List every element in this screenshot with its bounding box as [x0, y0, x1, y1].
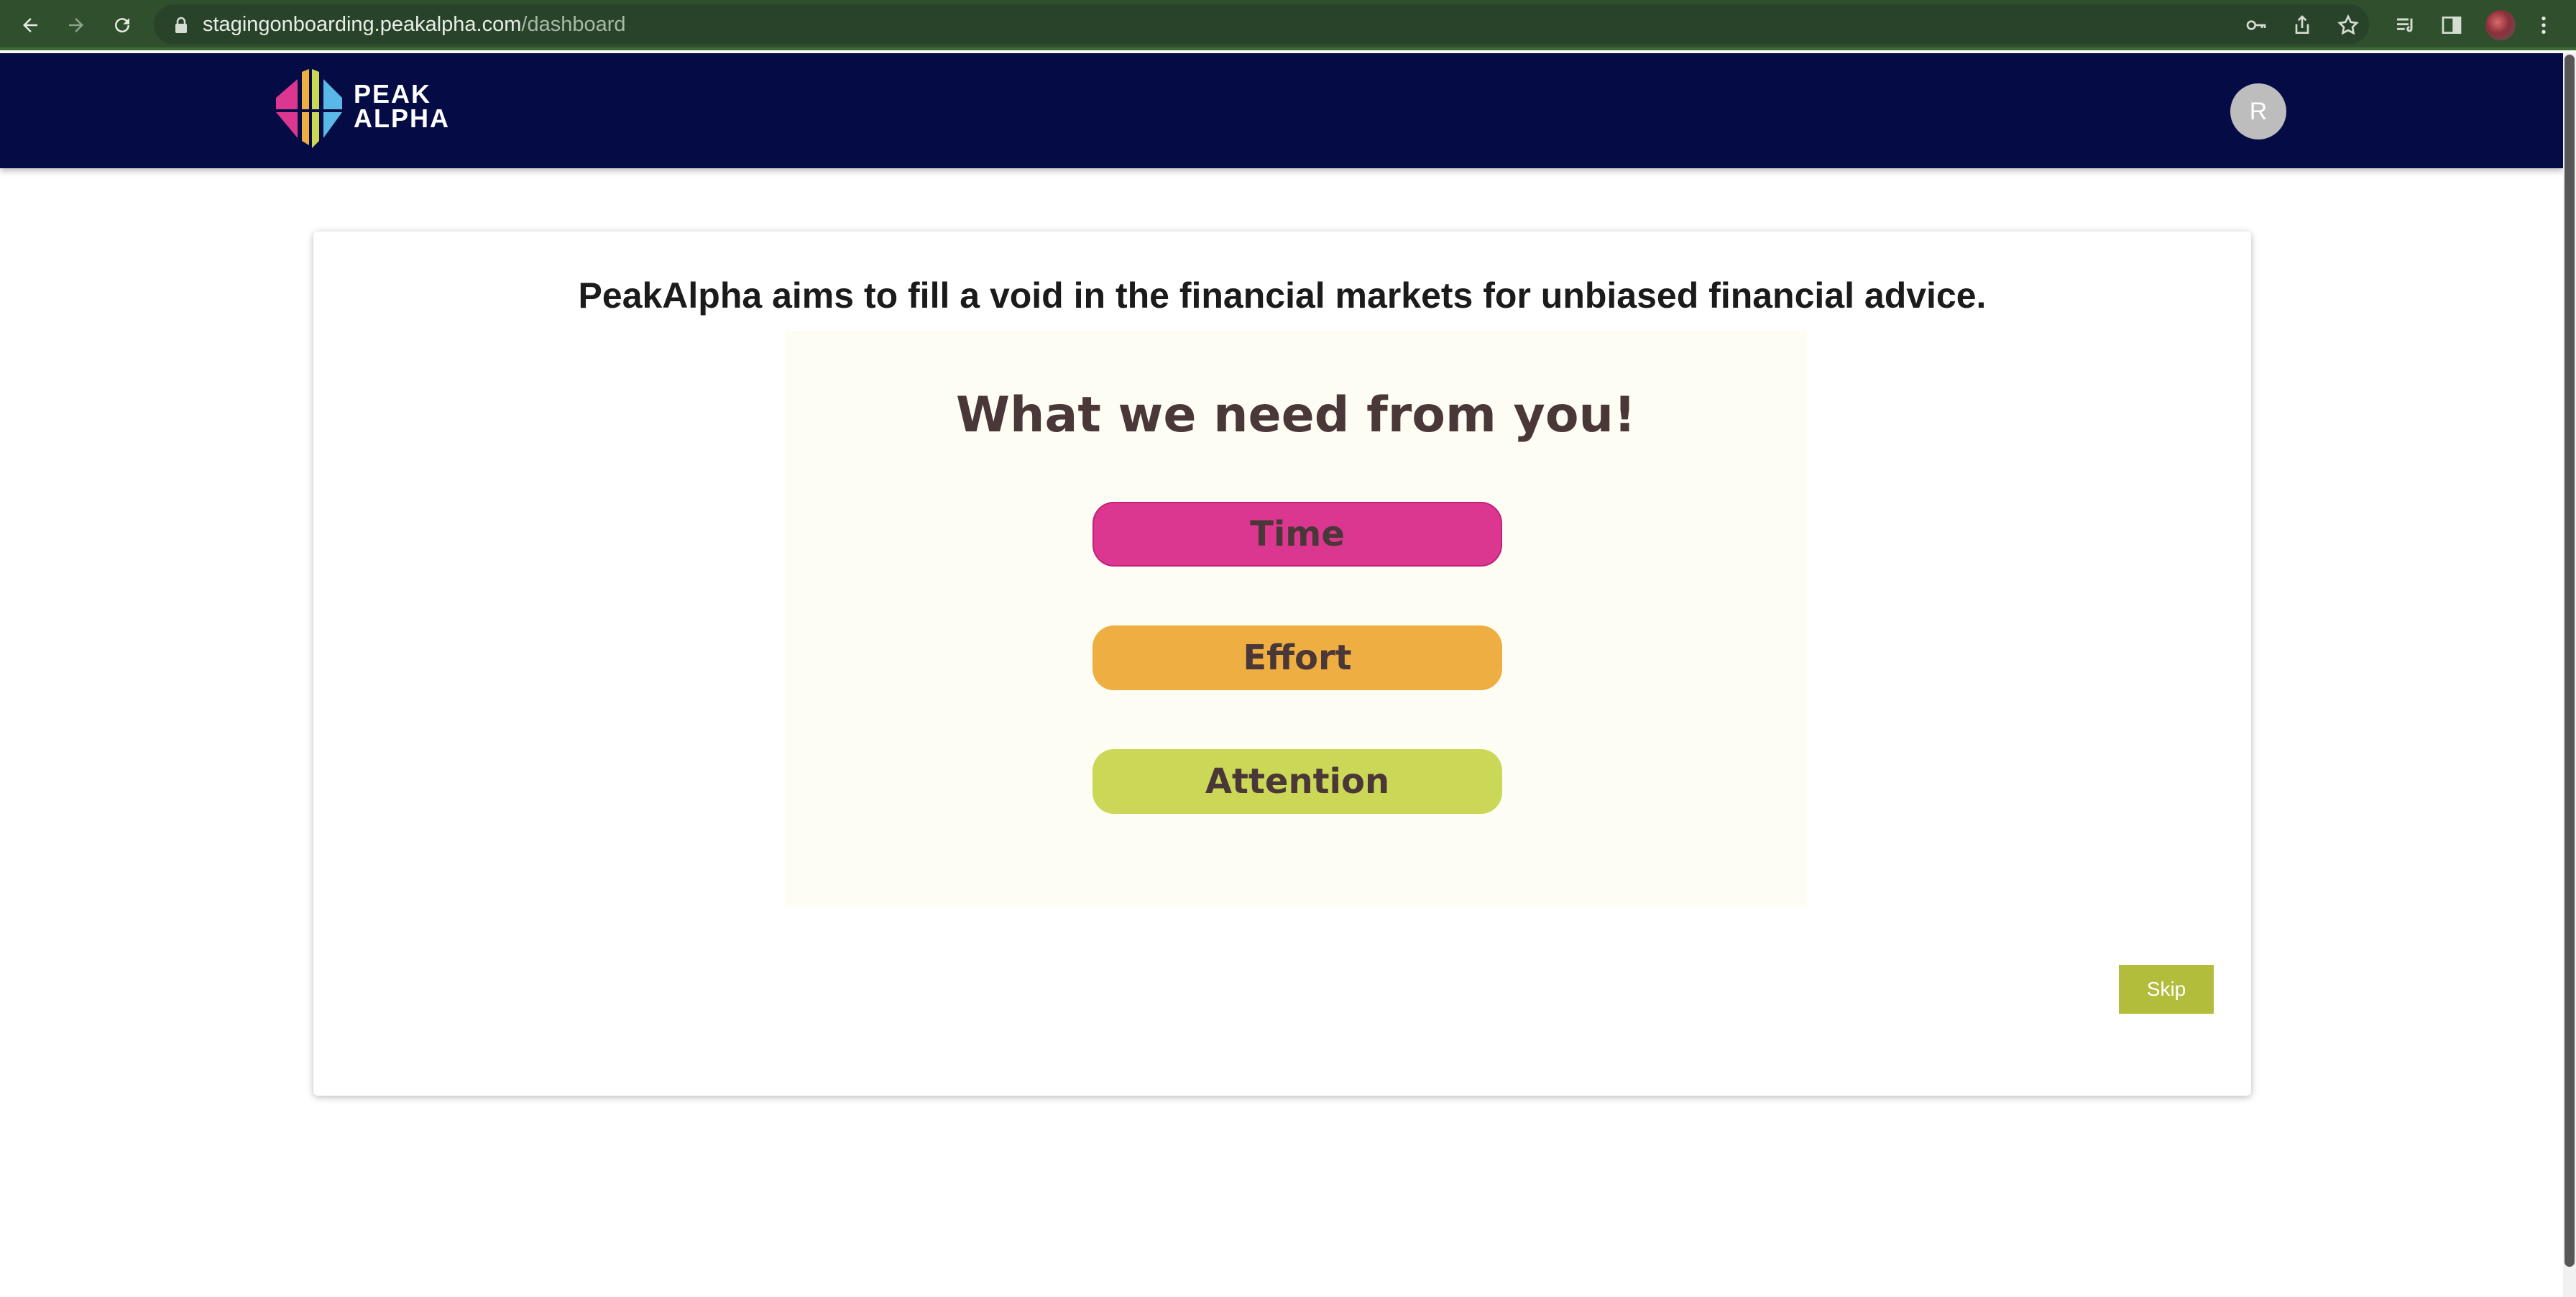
time-pill: Time [1092, 502, 1502, 567]
url-host: stagingonboarding.peakalpha.com [203, 13, 522, 36]
mission-headline: PeakAlpha aims to fill a void in the fin… [578, 275, 1987, 316]
logo-line1: PEAK [354, 79, 432, 109]
kebab-menu-icon[interactable] [2529, 10, 2559, 40]
reading-list-icon[interactable] [2391, 10, 2421, 40]
profile-avatar-icon[interactable] [2485, 10, 2516, 40]
reload-icon[interactable] [106, 9, 138, 41]
onboarding-card: PeakAlpha aims to fill a void in the fin… [313, 232, 2251, 1096]
user-avatar[interactable]: R [2230, 83, 2286, 139]
back-arrow-icon[interactable] [14, 9, 46, 41]
star-icon[interactable] [2333, 10, 2363, 40]
share-icon[interactable] [2287, 10, 2317, 40]
peak-alpha-logo[interactable]: PEAK ALPHA [273, 69, 453, 148]
lock-icon[interactable] [172, 16, 190, 35]
attention-pill: Attention [1092, 749, 1502, 814]
effort-pill: Effort [1092, 625, 1502, 690]
logo-wordmark: PEAK ALPHA [354, 79, 450, 133]
browser-toolbar: stagingonboarding.peakalpha.com/dashboar… [0, 0, 2576, 50]
key-icon[interactable] [2241, 10, 2271, 40]
url-path: /dashboard [521, 13, 626, 36]
skip-button[interactable]: Skip [2119, 965, 2214, 1014]
panel-title: What we need from you! [956, 387, 1636, 444]
address-url[interactable]: stagingonboarding.peakalpha.com/dashboar… [203, 10, 626, 39]
logo-line2: ALPHA [354, 104, 450, 133]
logo-mark-icon [276, 69, 342, 148]
forward-arrow-icon[interactable] [60, 9, 92, 41]
side-panel-icon[interactable] [2437, 10, 2467, 40]
requirements-panel: What we need from you! Time Effort Atten… [785, 331, 1807, 907]
app-header: PEAK ALPHA R [0, 53, 2563, 168]
page-scrollbar-thumb[interactable] [2564, 55, 2575, 1267]
